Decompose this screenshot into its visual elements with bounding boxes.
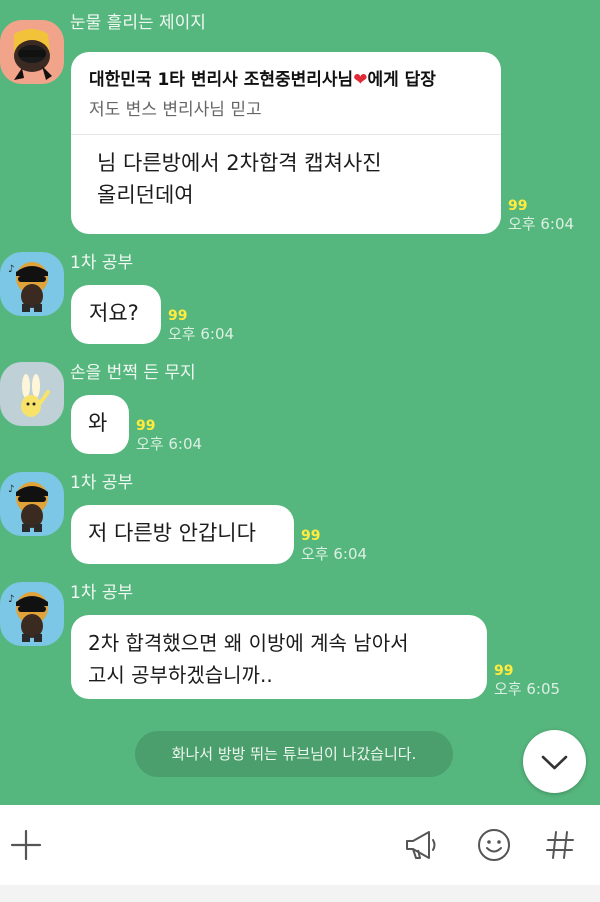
emoticon-icon [478,829,510,861]
message-bubble[interactable]: 와 [71,395,129,454]
message-time: 오후 6:04 [136,435,203,453]
message-text: 저요? [89,301,139,325]
study-avatar-icon: ♪ [0,582,64,646]
reply-message-bubble[interactable]: 대한민국 1타 변리사 조현중변리사님❤에게 답장 저도 변스 변리사님 믿고 … [71,52,501,234]
heart-icon: ❤ [353,70,368,90]
message-text: 님 다른방에서 2차합격 캡쳐사진 올리던데여 [97,151,382,207]
svg-text:♪: ♪ [8,594,14,605]
study-avatar-icon: ♪ [0,472,64,536]
megaphone-icon [406,831,436,859]
chat-area[interactable]: 눈물 흘리는 제이지 대한민국 1타 변리사 조현중변리사님❤에게 답장 저도 … [0,0,600,805]
hashtag-icon [546,831,574,859]
reply-quote: 저도 변스 변리사님 믿고 [89,100,262,120]
message-meta: 99 오후 6:04 [136,418,202,452]
emoticon-button[interactable] [474,825,514,865]
sender-name: 1차 공부 [70,253,134,273]
add-button[interactable] [6,825,46,865]
avatar-jay-g[interactable] [0,20,64,84]
svg-text:♪: ♪ [8,264,14,275]
message-time: 오후 6:04 [508,215,575,233]
message-text: 저 다른방 안갑니다 [88,521,256,545]
hashtag-button[interactable] [540,825,580,865]
unread-count: 99 [136,418,156,434]
reply-header[interactable]: 대한민국 1타 변리사 조현중변리사님❤에게 답장 저도 변스 변리사님 믿고 [71,52,501,122]
message-bubble[interactable]: 저 다른방 안갑니다 [71,505,294,564]
message-meta: 99 오후 6:05 [494,663,560,697]
message-time: 오후 6:04 [301,545,368,563]
message-meta: 99 오후 6:04 [168,308,234,342]
reply-target-name: 대한민국 1타 변리사 조현중변리사님 [89,70,354,90]
sender-name: 1차 공부 [70,583,134,603]
announcement-button[interactable] [401,825,441,865]
jay-g-avatar-icon [0,20,64,84]
chevron-down-icon [541,755,568,770]
message-time: 오후 6:04 [168,325,235,343]
system-notice: 화나서 방방 뛰는 튜브님이 나갔습니다. [135,731,453,777]
scroll-down-button[interactable] [523,730,586,793]
message-meta: 99 오후 6:04 [301,528,367,562]
message-text: 와 [88,411,108,435]
avatar-study[interactable]: ♪ [0,582,64,646]
reply-target: 대한민국 1타 변리사 조현중변리사님❤에게 답장 [89,68,483,92]
bottom-strip [0,885,600,902]
message-text: 2차 합격했으면 왜 이방에 계속 남아서 고시 공부하겠습니까.. [88,631,409,687]
message-bubble[interactable]: 저요? [71,285,161,344]
avatar-muzi[interactable] [0,362,64,426]
plus-icon [10,829,42,861]
avatar-study[interactable]: ♪ [0,252,64,316]
input-bar [0,805,600,885]
sender-name: 1차 공부 [70,473,134,493]
sender-name: 손을 번쩍 든 무지 [70,363,196,383]
unread-count: 99 [508,198,528,214]
unread-count: 99 [168,308,188,324]
avatar-study[interactable]: ♪ [0,472,64,536]
unread-count: 99 [301,528,321,544]
study-avatar-icon: ♪ [0,252,64,316]
reply-target-suffix: 에게 답장 [367,70,436,90]
svg-text:♪: ♪ [8,484,14,495]
sender-name: 눈물 흘리는 제이지 [70,13,206,33]
message-meta: 99 오후 6:04 [508,198,574,232]
message-bubble[interactable]: 2차 합격했으면 왜 이방에 계속 남아서 고시 공부하겠습니까.. [71,615,487,699]
muzi-avatar-icon [0,362,64,426]
unread-count: 99 [494,663,514,679]
message-time: 오후 6:05 [494,680,561,698]
